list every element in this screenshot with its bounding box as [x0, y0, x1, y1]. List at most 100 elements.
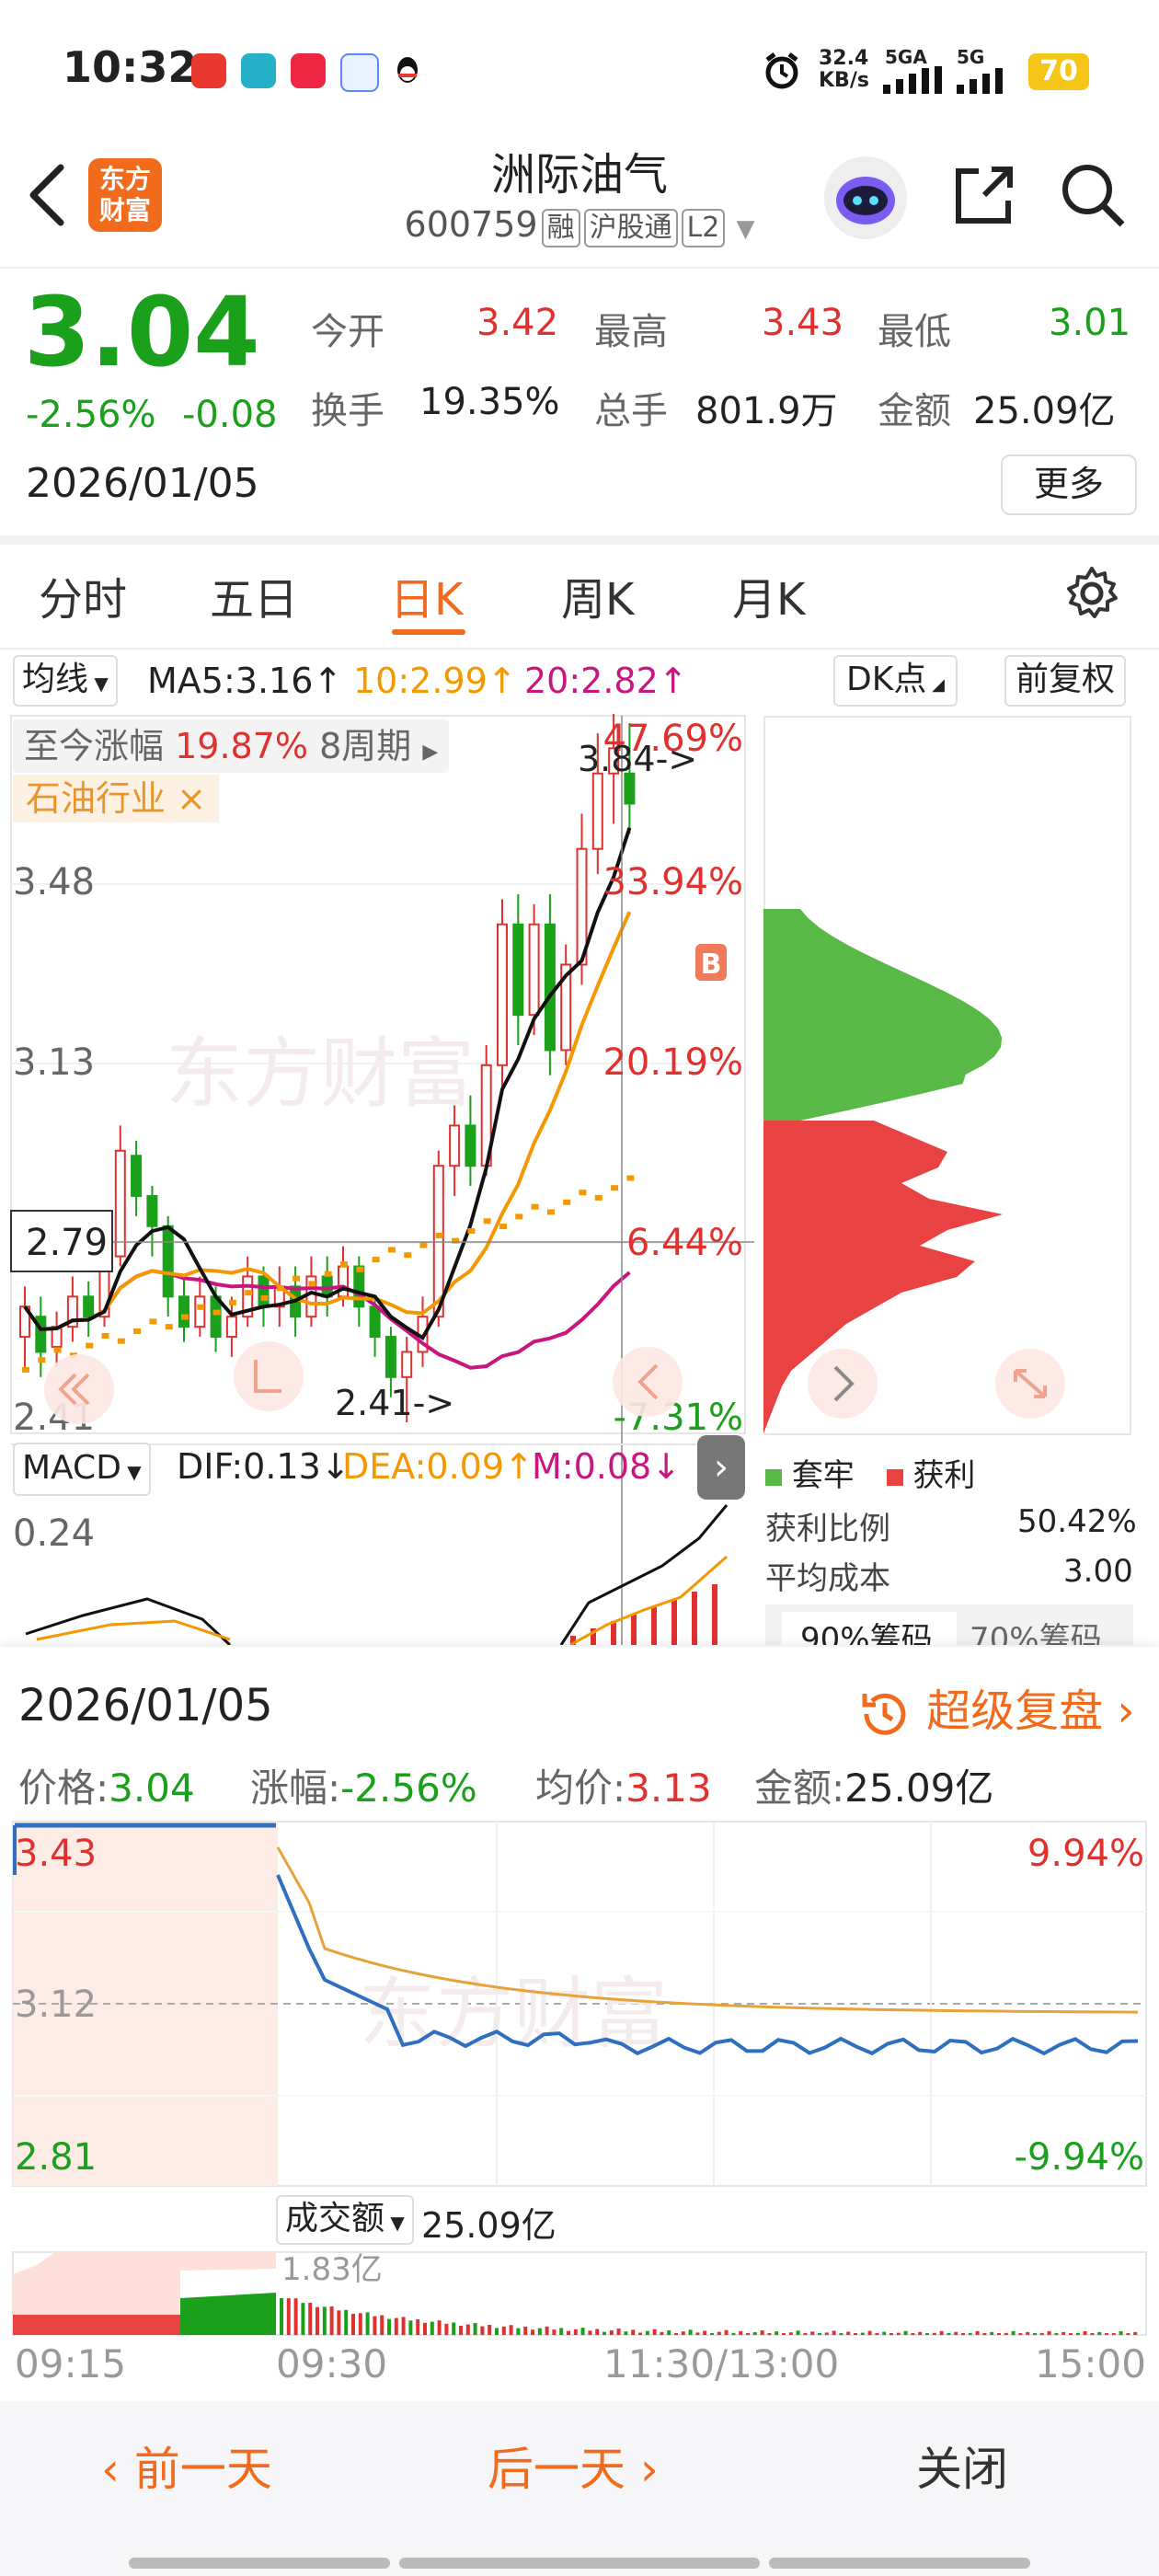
- tab-weekly-k[interactable]: 周K: [561, 563, 634, 627]
- chip-next-button[interactable]: [808, 1349, 878, 1419]
- volume-selector[interactable]: 成交额 ▼: [276, 2195, 414, 2245]
- chip-legend: 套牢 获利: [765, 1450, 975, 1495]
- macd-selector[interactable]: MACD ▼: [13, 1443, 151, 1496]
- prev-day-button[interactable]: ‹ 前一天: [101, 2432, 272, 2499]
- avg-cost-value: 3.00: [1063, 1553, 1133, 1590]
- volume-bar: [473, 2323, 477, 2335]
- volume-bar: [516, 2328, 521, 2335]
- y-label-1: 3.48: [13, 861, 95, 903]
- search-icon[interactable]: [1056, 158, 1130, 236]
- ma-selector[interactable]: 均线 ▼: [13, 655, 118, 707]
- candle-body: [465, 1124, 476, 1167]
- tab-timeshare[interactable]: 分时: [39, 563, 127, 627]
- dk-dot: [293, 1275, 301, 1282]
- industry-close-icon[interactable]: ×: [177, 778, 206, 819]
- stock-name: 洲际油气: [490, 149, 668, 201]
- volume-bar: [280, 2298, 283, 2335]
- range-change-bar[interactable]: 至今涨幅 19.87% 8周期 ▶: [13, 719, 450, 773]
- volume-bar: [322, 2306, 327, 2335]
- zoom-out-button[interactable]: [44, 1354, 114, 1424]
- open-label: 今开: [311, 311, 384, 353]
- dk-dot: [117, 1338, 125, 1344]
- range-start-button[interactable]: [234, 1341, 304, 1411]
- kline-chart[interactable]: 东方财富 2.79 3.48 3.13 2.41 47.69% 33.94% 2…: [0, 714, 754, 1645]
- ma20-up-arrow-icon: ↑: [658, 661, 688, 701]
- scroll-seg-1: [129, 2558, 390, 2569]
- scroll-left-button[interactable]: [613, 1347, 683, 1417]
- dk-dot: [467, 1227, 476, 1234]
- volume-bar: [997, 2333, 1001, 2335]
- tag-margin: 融: [541, 209, 580, 247]
- volume-bar: [423, 2322, 427, 2335]
- volume-bar: [1097, 2331, 1102, 2335]
- share-icon[interactable]: [947, 158, 1021, 236]
- xiaohongshu-icon: [291, 53, 326, 88]
- volume-bar: [818, 2333, 821, 2335]
- range-arrow-icon: ▶: [422, 741, 439, 764]
- volume-bar: [1054, 2333, 1059, 2335]
- volume-bar: [925, 2333, 929, 2335]
- prev-day-label: 前一天: [133, 2443, 272, 2496]
- alarm-icon: [762, 51, 802, 95]
- intraday-chart[interactable]: 东方财富 3.43 3.12 2.81 9.94% -9.94% 1.83亿 0…: [0, 1820, 1159, 2390]
- dk-corner-icon: ◢: [926, 675, 945, 695]
- dk-dot: [483, 1218, 491, 1225]
- ma-selector-arrow-icon: ▼: [88, 673, 109, 695]
- sim1-label: 5GA: [885, 46, 927, 68]
- super-replay-button[interactable]: 超级复盘 ›: [857, 1674, 1135, 1742]
- app-logo[interactable]: 东方 财富: [88, 158, 162, 232]
- stock-header[interactable]: 洲际油气 600759 融沪股通 L2 ▼: [368, 138, 791, 247]
- expand-panel-button[interactable]: ›: [697, 1435, 745, 1500]
- replay-change-value: -2.56%: [340, 1765, 477, 1811]
- chip-tab-70[interactable]: 70%筹码: [970, 1612, 1102, 1645]
- volume-bar: [380, 2315, 384, 2335]
- macd-bar: [692, 1592, 697, 1645]
- volume-bar: [645, 2330, 649, 2335]
- industry-tag[interactable]: 石油行业 ×: [13, 775, 219, 822]
- volume-bar: [1011, 2330, 1016, 2335]
- volume-bar: [537, 2328, 542, 2335]
- volume-bar: [616, 2329, 621, 2335]
- candle-body: [401, 1351, 413, 1378]
- close-button[interactable]: 关闭: [916, 2432, 1008, 2499]
- assistant-robot-icon[interactable]: [824, 156, 907, 239]
- back-button[interactable]: [18, 158, 74, 236]
- tab-daily-k[interactable]: 日K: [390, 563, 463, 627]
- low-price-marker: 2.41->: [335, 1383, 454, 1423]
- next-day-button[interactable]: 后一天 ›: [488, 2432, 659, 2499]
- more-quote-button[interactable]: 更多: [1001, 454, 1137, 515]
- dk-dot: [212, 1309, 221, 1316]
- intraday-y-top: 3.43: [15, 1833, 97, 1875]
- volume-bar: [358, 2313, 362, 2335]
- volume-bar: [846, 2331, 851, 2335]
- replay-date: 2026/01/05: [18, 1680, 273, 1731]
- volume-value: 801.9万: [695, 390, 838, 432]
- change-amount: -0.08: [182, 394, 278, 436]
- dif-label: DIF:0.13: [177, 1446, 321, 1487]
- settings-gear-icon[interactable]: [1061, 563, 1122, 627]
- intraday-pct-top: 9.94%: [1027, 1833, 1144, 1875]
- app-notification-icon: [191, 53, 226, 88]
- ma20-value: 20:2.82↑: [524, 661, 688, 701]
- dk-dot: [149, 1318, 157, 1325]
- adjust-price-button[interactable]: 前复权: [1004, 655, 1127, 707]
- volume-bar: [595, 2329, 600, 2335]
- dk-dot: [197, 1304, 205, 1310]
- macd-bar: [631, 1614, 637, 1645]
- tab-monthly-k[interactable]: 月K: [732, 563, 805, 627]
- chip-distribution-chart[interactable]: [763, 716, 1131, 1435]
- volume-bar: [465, 2324, 470, 2335]
- candle-body: [162, 1225, 174, 1298]
- volume-bar: [854, 2333, 857, 2335]
- tab-five-day[interactable]: 五日: [210, 563, 298, 627]
- volume-bar: [373, 2316, 377, 2335]
- candle-body: [384, 1336, 396, 1378]
- volume-bar: [788, 2332, 793, 2335]
- next-chevron-icon: ›: [625, 2443, 659, 2496]
- boss-app-icon: [241, 53, 276, 88]
- dk-dot: [133, 1328, 142, 1335]
- dk-point-button[interactable]: DK点 ◢: [833, 655, 958, 707]
- volume-bar: [1105, 2333, 1108, 2335]
- volume-bar: [387, 2318, 391, 2335]
- chip-tab-90[interactable]: 90%筹码: [782, 1612, 957, 1645]
